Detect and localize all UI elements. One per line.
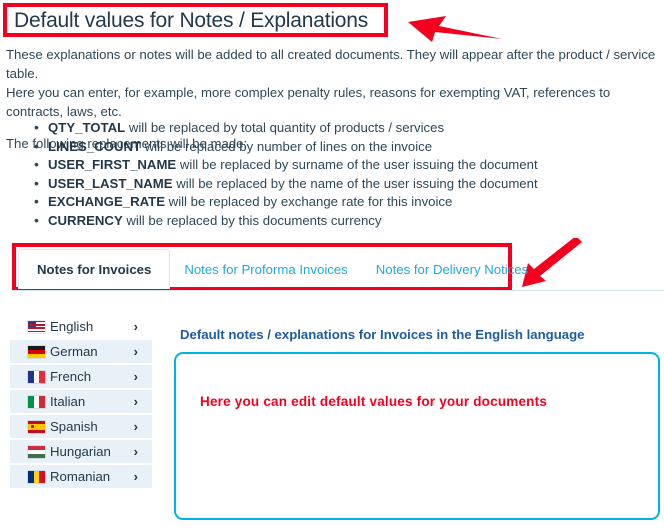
language-item-french[interactable]: French ›	[10, 365, 152, 390]
language-label: Hungarian	[50, 444, 111, 459]
tab-notes-for-delivery-notices[interactable]: Notes for Delivery Notices	[362, 249, 542, 289]
language-list: English › German › French › Italian › Spanish › Hu…	[10, 315, 152, 490]
left-arrow-icon	[408, 16, 502, 42]
replacement-token: CURRENCY	[48, 212, 123, 228]
editor-heading: Default notes / explanations for Invoice…	[180, 327, 585, 342]
language-label: French	[50, 369, 92, 384]
chevron-right-icon: ›	[133, 444, 138, 459]
page-title-annotation-box: Default values for Notes / Explanations	[3, 3, 388, 37]
flag-icon-german	[28, 345, 45, 358]
replacement-description: will be replaced by total quantity of pr…	[125, 120, 445, 135]
replacement-token: USER_LAST_NAME	[48, 175, 173, 191]
replacement-item: LINES_COUNT will be replaced by number o…	[34, 137, 538, 157]
tab-notes-for-invoices[interactable]: Notes for Invoices	[18, 249, 171, 289]
language-item-spanish[interactable]: Spanish ›	[10, 415, 152, 440]
language-item-italian[interactable]: Italian ›	[10, 390, 152, 415]
intro-line-1: These explanations or notes will be adde…	[6, 47, 656, 81]
page-title: Default values for Notes / Explanations	[14, 8, 369, 32]
replacement-item: USER_LAST_NAME will be replaced by the n…	[34, 174, 538, 194]
tabs-underline	[12, 290, 664, 291]
chevron-right-icon: ›	[133, 394, 138, 409]
chevron-right-icon: ›	[133, 319, 138, 334]
flag-icon-english	[28, 320, 45, 333]
language-label: Spanish	[50, 419, 98, 434]
replacement-description: will be replaced by number of lines on t…	[141, 138, 433, 154]
replacement-token: EXCHANGE_RATE	[48, 194, 165, 209]
chevron-right-icon: ›	[133, 419, 138, 434]
flag-icon-italian	[28, 395, 45, 408]
language-item-romanian[interactable]: Romanian ›	[10, 465, 152, 490]
intro-line-2: Here you can enter, for example, more co…	[6, 85, 611, 119]
tab-bar: Notes for Invoices Notes for Proforma Inv…	[18, 249, 542, 289]
replacement-item: CURRENCY will be replaced by this docume…	[34, 211, 538, 231]
notes-textarea-content: Here you can edit default values for you…	[200, 394, 548, 409]
replacement-list: QTY_TOTAL will be replaced by total quan…	[30, 118, 538, 231]
replacement-item: EXCHANGE_RATE will be replaced by exchan…	[34, 192, 538, 212]
flag-icon-french	[28, 370, 45, 383]
flag-icon-spanish	[28, 420, 45, 433]
replacement-token: USER_FIRST_NAME	[48, 157, 177, 172]
replacement-token: QTY_TOTAL	[48, 120, 126, 135]
replacement-item: QTY_TOTAL will be replaced by total quan…	[34, 118, 538, 138]
tab-notes-for-proforma-invoices[interactable]: Notes for Proforma Invoices	[170, 249, 361, 289]
replacement-description: will be replaced by the name of the user…	[172, 175, 538, 191]
notes-textarea[interactable]: Here you can edit default values for you…	[174, 352, 660, 520]
language-item-english[interactable]: English ›	[10, 315, 152, 340]
language-item-german[interactable]: German ›	[10, 340, 152, 365]
language-label: Italian	[50, 394, 86, 409]
flag-icon-hungarian	[28, 445, 45, 458]
flag-icon-romanian	[28, 470, 45, 483]
replacement-token: LINES_COUNT	[48, 138, 142, 154]
replacement-description: will be replaced by surname of the user …	[176, 157, 538, 172]
chevron-right-icon: ›	[133, 344, 138, 359]
chevron-right-icon: ›	[133, 469, 138, 484]
replacement-description: will be replaced by exchange rate for th…	[165, 194, 453, 209]
replacement-description: will be replaced by this documents curre…	[122, 212, 382, 228]
language-label: German	[50, 344, 98, 359]
replacement-item: USER_FIRST_NAME will be replaced by surn…	[34, 155, 538, 175]
language-item-hungarian[interactable]: Hungarian ›	[10, 440, 152, 465]
language-label: English	[50, 319, 94, 334]
chevron-right-icon: ›	[133, 369, 138, 384]
language-label: Romanian	[50, 469, 111, 484]
